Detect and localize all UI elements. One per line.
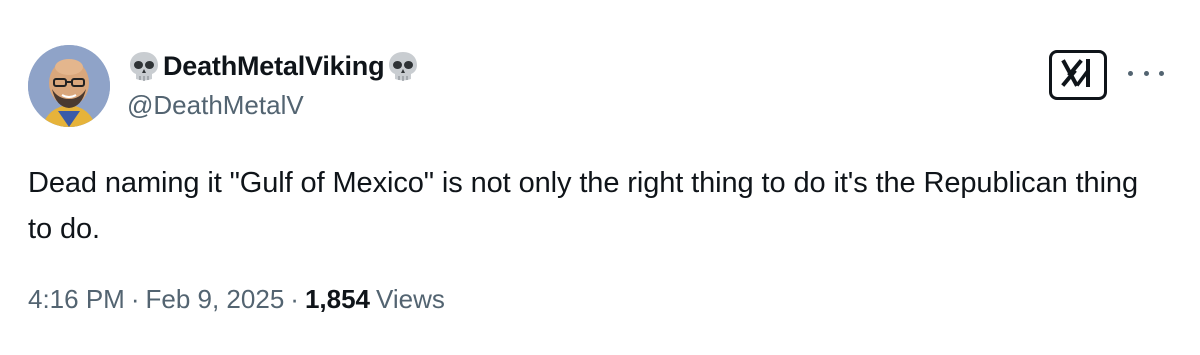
tweet-time[interactable]: 4:16 PM xyxy=(28,284,125,315)
more-options-button[interactable] xyxy=(1128,60,1164,86)
display-name[interactable]: DeathMetalViking xyxy=(163,51,385,82)
skull-icon xyxy=(127,49,161,83)
skull-icon xyxy=(386,49,420,83)
more-options-icon xyxy=(1128,70,1133,76)
tweet-date[interactable]: Feb 9, 2025 xyxy=(146,284,285,315)
meta-separator: · xyxy=(290,284,299,314)
tweet-meta: 4:16 PM · Feb 9, 2025 · 1,854 Views xyxy=(28,284,445,315)
grok-icon xyxy=(1060,58,1096,93)
tweet-card: DeathMetalViking @DeathMetalV Dead namin… xyxy=(0,0,1200,355)
more-options-icon xyxy=(1143,70,1149,76)
user-handle[interactable]: @DeathMetalV xyxy=(127,90,304,121)
views-label[interactable]: Views xyxy=(376,284,445,315)
grok-button[interactable] xyxy=(1049,50,1107,100)
more-options-icon xyxy=(1159,70,1164,76)
tweet-text: Dead naming it "Gulf of Mexico" is not o… xyxy=(28,167,1138,245)
meta-separator: · xyxy=(130,284,140,314)
views-count[interactable]: 1,854 xyxy=(305,284,370,315)
user-name-row: DeathMetalViking xyxy=(127,49,420,83)
avatar[interactable] xyxy=(28,45,110,127)
